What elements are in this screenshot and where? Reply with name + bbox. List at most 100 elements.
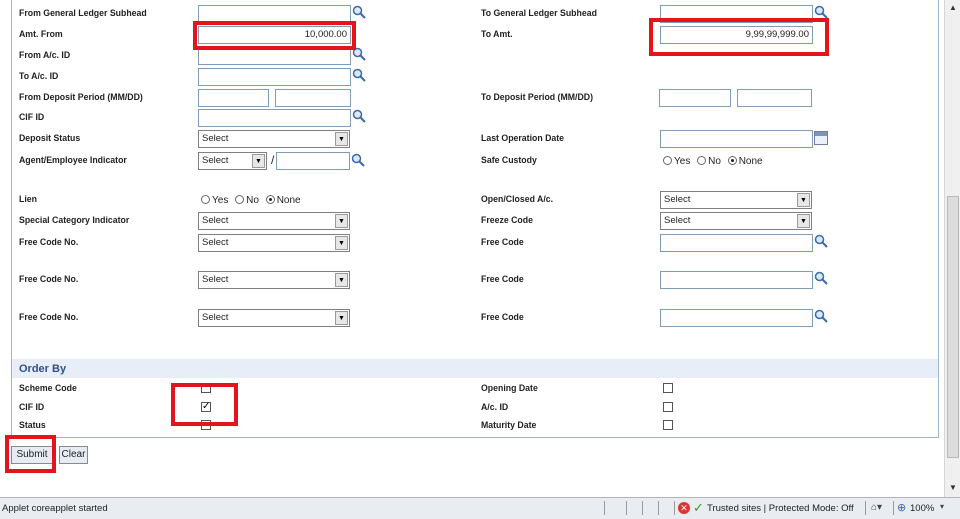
order-by-title: Order By bbox=[19, 363, 67, 375]
lien-no[interactable]: No bbox=[235, 195, 259, 206]
lien-yes[interactable]: Yes bbox=[201, 195, 228, 206]
dropdown-arrow-icon: ▼ bbox=[335, 311, 348, 325]
vertical-scrollbar[interactable]: ▲ ▼ bbox=[944, 0, 960, 497]
last-operation-date-label: Last Operation Date bbox=[481, 133, 565, 144]
zoom-icon[interactable]: ⊕ bbox=[897, 501, 906, 514]
to-deposit-months-input[interactable] bbox=[659, 89, 731, 107]
search-icon[interactable] bbox=[814, 271, 828, 285]
free-code-no-2-select[interactable]: Select ▼ bbox=[198, 271, 350, 289]
order-maturity-date-checkbox[interactable] bbox=[663, 420, 673, 430]
free-code-2-label: Free Code bbox=[481, 274, 524, 285]
search-icon[interactable] bbox=[351, 153, 365, 167]
lien-radios: Yes No None bbox=[201, 195, 305, 206]
agent-employee-select[interactable]: Select ▼ bbox=[198, 152, 267, 170]
calendar-icon[interactable] bbox=[814, 131, 828, 145]
dropdown-arrow-icon: ▼ bbox=[335, 214, 348, 228]
free-code-no-3-select[interactable]: Select ▼ bbox=[198, 309, 350, 327]
clear-button[interactable]: Clear bbox=[59, 446, 88, 464]
search-icon[interactable] bbox=[814, 234, 828, 248]
dropdown-arrow-icon: ▼ bbox=[335, 273, 348, 287]
select-value: Select bbox=[202, 237, 229, 248]
open-closed-ac-select[interactable]: Select ▼ bbox=[660, 191, 812, 209]
search-icon[interactable] bbox=[814, 309, 828, 323]
free-code-2-input[interactable] bbox=[660, 271, 813, 289]
order-by-header bbox=[12, 359, 938, 378]
select-value: Select bbox=[202, 215, 229, 226]
search-icon[interactable] bbox=[352, 68, 366, 82]
safe-custody-label: Safe Custody bbox=[481, 155, 537, 166]
amt-from-label: Amt. From bbox=[19, 29, 63, 40]
to-ac-id-label: To A/c. ID bbox=[19, 71, 59, 82]
dropdown-arrow-icon: ▼ bbox=[797, 214, 810, 228]
home-icon[interactable]: ⌂▾ bbox=[871, 502, 882, 513]
agent-employee-id-input[interactable] bbox=[276, 152, 350, 170]
lien-none[interactable]: None bbox=[265, 195, 301, 206]
divider bbox=[626, 501, 627, 515]
search-icon[interactable] bbox=[352, 109, 366, 123]
divider bbox=[865, 501, 866, 515]
free-code-no-2-label: Free Code No. bbox=[19, 274, 79, 285]
safe-custody-none[interactable]: None bbox=[727, 156, 763, 167]
select-value: Select bbox=[202, 274, 229, 285]
search-icon[interactable] bbox=[352, 5, 366, 19]
to-deposit-days-input[interactable] bbox=[737, 89, 812, 107]
security-zone[interactable]: Trusted sites | Protected Mode: Off bbox=[707, 503, 854, 514]
freeze-code-label: Freeze Code bbox=[481, 215, 533, 226]
dropdown-arrow-icon: ▼ bbox=[252, 154, 265, 168]
from-ac-id-label: From A/c. ID bbox=[19, 50, 71, 61]
safe-custody-no[interactable]: No bbox=[697, 156, 721, 167]
to-ac-id-input[interactable] bbox=[198, 68, 351, 86]
divider bbox=[642, 501, 643, 515]
content-frame: From General Ledger Subhead To General L… bbox=[0, 0, 944, 497]
to-amt-label: To Amt. bbox=[481, 29, 513, 40]
zoom-level[interactable]: 100% bbox=[910, 503, 934, 514]
free-code-no-1-label: Free Code No. bbox=[19, 237, 79, 248]
freeze-code-select[interactable]: Select ▼ bbox=[660, 212, 812, 230]
highlight-amt-from bbox=[193, 21, 356, 50]
special-category-select[interactable]: Select ▼ bbox=[198, 212, 350, 230]
order-ac-id-label: A/c. ID bbox=[481, 402, 509, 413]
cif-id-input[interactable] bbox=[198, 109, 351, 127]
agent-employee-indicator-label: Agent/Employee Indicator bbox=[19, 155, 127, 166]
divider bbox=[674, 501, 675, 515]
open-closed-ac-label: Open/Closed A/c. bbox=[481, 194, 554, 205]
from-deposit-days-input[interactable] bbox=[275, 89, 351, 107]
scroll-up-icon[interactable]: ▲ bbox=[946, 1, 960, 15]
to-deposit-period-label: To Deposit Period (MM/DD) bbox=[481, 92, 593, 103]
select-value: Select bbox=[664, 215, 691, 226]
select-value: Select bbox=[664, 194, 691, 205]
safe-custody-radios: Yes No None bbox=[663, 156, 767, 167]
safe-custody-yes[interactable]: Yes bbox=[663, 156, 690, 167]
divider bbox=[604, 501, 605, 515]
order-ac-id-checkbox[interactable] bbox=[663, 402, 673, 412]
scroll-down-icon[interactable]: ▼ bbox=[946, 481, 960, 495]
select-value: Select bbox=[202, 155, 229, 166]
deposit-status-select[interactable]: Select ▼ bbox=[198, 130, 350, 148]
from-deposit-period-label: From Deposit Period (MM/DD) bbox=[19, 92, 143, 103]
to-gl-subhead-label: To General Ledger Subhead bbox=[481, 8, 597, 19]
separator: / bbox=[271, 153, 275, 167]
search-icon[interactable] bbox=[814, 5, 828, 19]
cif-id-label: CIF ID bbox=[19, 112, 45, 123]
dropdown-arrow-icon: ▼ bbox=[335, 236, 348, 250]
free-code-3-label: Free Code bbox=[481, 312, 524, 323]
free-code-no-1-select[interactable]: Select ▼ bbox=[198, 234, 350, 252]
order-opening-date-checkbox[interactable] bbox=[663, 383, 673, 393]
last-operation-date-input[interactable] bbox=[660, 130, 813, 148]
dropdown-arrow-icon: ▼ bbox=[797, 193, 810, 207]
from-deposit-months-input[interactable] bbox=[198, 89, 269, 107]
free-code-3-input[interactable] bbox=[660, 309, 813, 327]
divider bbox=[893, 501, 894, 515]
lien-label: Lien bbox=[19, 194, 37, 205]
order-maturity-date-label: Maturity Date bbox=[481, 420, 537, 431]
free-code-1-input[interactable] bbox=[660, 234, 813, 252]
divider bbox=[658, 501, 659, 515]
trusted-check-icon: ✓ bbox=[693, 500, 704, 515]
order-status-label: Status bbox=[19, 420, 46, 431]
from-gl-subhead-label: From General Ledger Subhead bbox=[19, 8, 147, 19]
scrollbar-thumb[interactable] bbox=[947, 196, 959, 458]
zoom-dropdown-icon[interactable]: ▾ bbox=[940, 502, 944, 511]
highlight-submit-button bbox=[5, 435, 56, 473]
order-opening-date-label: Opening Date bbox=[481, 383, 538, 394]
blocked-icon[interactable]: ✕ bbox=[678, 502, 690, 514]
